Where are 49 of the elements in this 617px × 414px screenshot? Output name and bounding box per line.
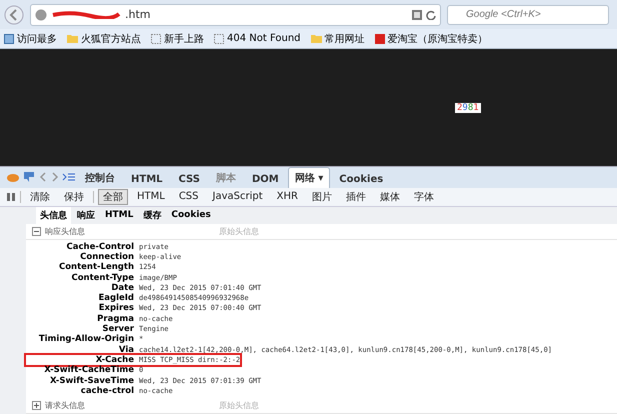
filter-button[interactable]: 全部 [98,188,128,205]
header-name: Date [110,282,135,293]
panel-tab[interactable]: 控制台 [78,167,122,188]
subtab[interactable]: 响应 [73,206,99,224]
header-name: Content-Length [58,262,135,272]
filter-button[interactable]: 媒体 [374,188,405,205]
bookmark-item[interactable]: 爱淘宝（原淘宝特卖） [374,32,488,46]
panel-tab[interactable]: Cookies [332,170,390,188]
header-name: Server [101,324,135,334]
filter-button[interactable]: XHR [272,188,303,205]
toolbar-button[interactable]: 保持 [59,188,89,205]
header-name: X-Swift-SaveTime [48,376,135,386]
bookmark-item[interactable]: 访问最多 [4,32,57,46]
filter-button[interactable]: CSS [174,188,204,205]
filter-button[interactable]: 图片 [306,188,337,205]
bookmark-item[interactable]: 404 Not Found [214,33,301,44]
bookmark-item[interactable]: 火狐官方站点 [67,32,141,46]
header-name: X-Swift-CacheTime [43,365,135,376]
search-field[interactable]: Google <Ctrl+K> [447,4,609,25]
filter-button[interactable]: HTML [132,188,170,205]
header-name: Cache-Control [66,242,135,252]
section-title: 请求头信息 [45,400,86,412]
header-name: X-Cache [94,354,135,365]
filter-button[interactable]: JavaScript [208,188,268,205]
panel-tab[interactable]: 网络 ▾ [288,167,330,188]
header-name: Pragma [96,314,135,324]
subtab[interactable]: 缓存 [139,206,166,224]
bookmark-item[interactable]: 新手上路 [151,32,204,46]
section-title: 响应头信息 [45,226,86,237]
header-name: Via [118,344,135,355]
toolbar-button[interactable]: 清除 [25,188,55,205]
header-name: Expires [98,303,135,314]
panel-tab[interactable]: CSS [172,170,207,188]
header-name: cache-ctrol [80,386,135,396]
address-field[interactable]: .htm [30,4,441,26]
header-name: Connection [79,252,135,262]
panel-tab[interactable]: HTML [124,170,170,188]
subtab[interactable]: HTML [101,206,138,224]
filter-button[interactable]: 字体 [408,188,439,205]
header-name: EagleId [97,293,135,304]
filter-button[interactable]: 插件 [340,188,371,205]
captcha-image: 2981 [455,102,481,113]
header-name: Timing-Allow-Origin [38,334,135,344]
subtab[interactable]: 头信息 [36,206,71,224]
header-name: Content-Type [70,272,135,283]
subtab[interactable]: Cookies [167,206,215,224]
bookmark-item[interactable]: 常用网址 [310,32,365,46]
panel-tab[interactable]: DOM [245,170,286,188]
url-text: .htm [125,8,150,22]
